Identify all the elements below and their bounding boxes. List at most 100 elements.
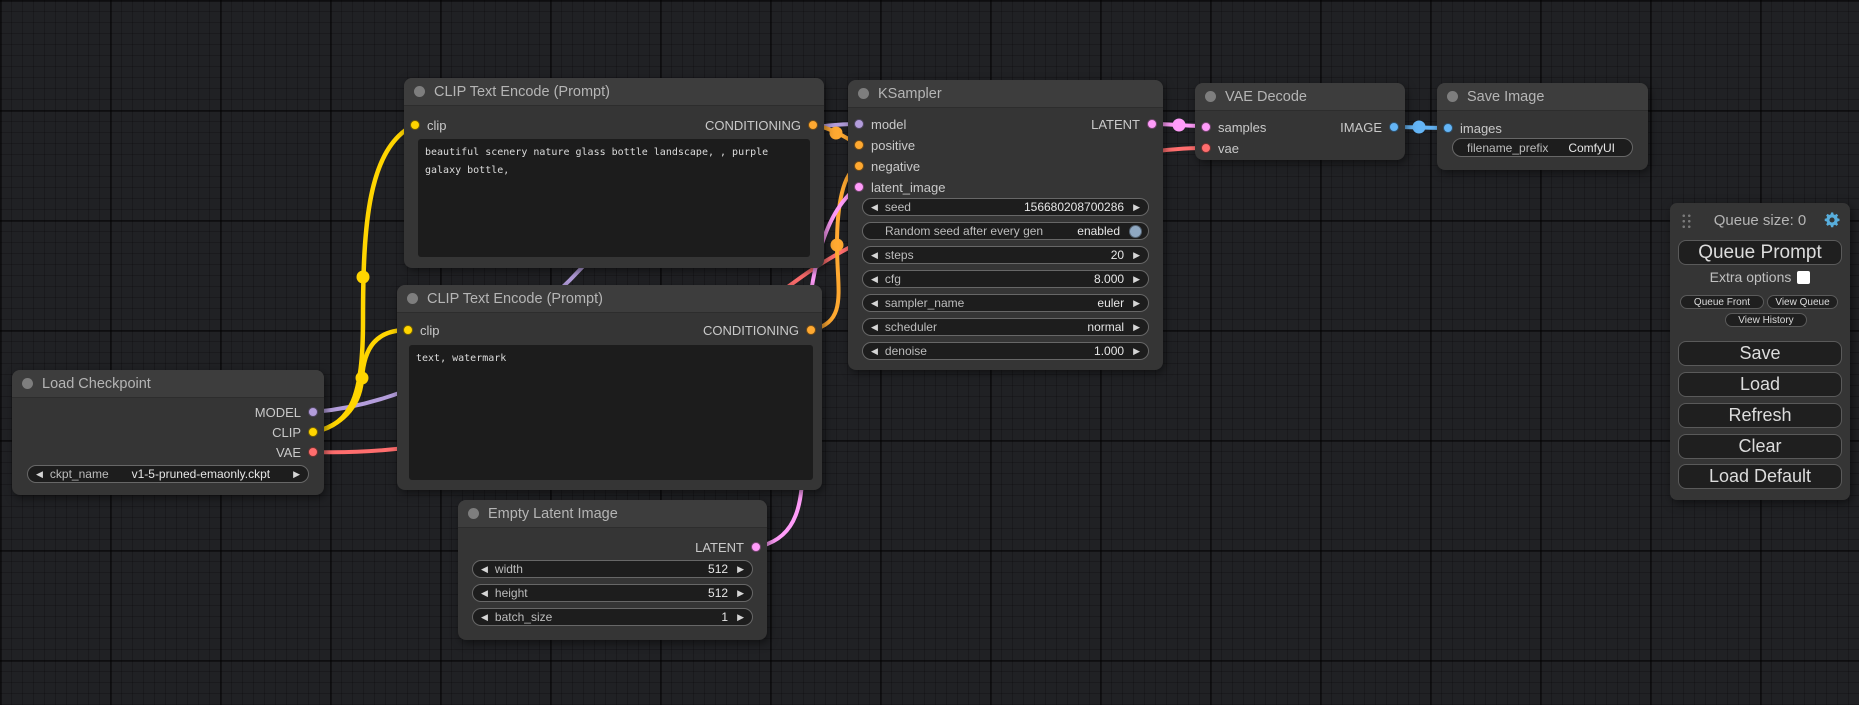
- left-arrow-icon[interactable]: ◀: [36, 470, 43, 479]
- node-header[interactable]: VAE Decode: [1195, 83, 1405, 111]
- load-default-button[interactable]: Load Default: [1678, 464, 1842, 489]
- widget-value: normal: [1087, 320, 1124, 334]
- node-header[interactable]: KSampler: [848, 80, 1163, 108]
- positive-prompt-textarea[interactable]: beautiful scenery nature glass bottle la…: [418, 139, 810, 257]
- image-port-icon[interactable]: [1389, 122, 1399, 132]
- left-arrow-icon[interactable]: ◀: [481, 613, 488, 622]
- widget-label: ckpt_name: [50, 467, 109, 481]
- widget-label: batch_size: [495, 610, 552, 624]
- node-header[interactable]: CLIP Text Encode (Prompt): [404, 78, 824, 106]
- collapse-dot-icon[interactable]: [414, 86, 425, 97]
- right-arrow-icon[interactable]: ▶: [1133, 347, 1140, 356]
- right-arrow-icon[interactable]: ▶: [1133, 299, 1140, 308]
- node-header[interactable]: CLIP Text Encode (Prompt): [397, 285, 822, 313]
- widget-value: 1.000: [1094, 344, 1124, 358]
- node-title: KSampler: [878, 86, 942, 102]
- conditioning-port-icon[interactable]: [808, 120, 818, 130]
- left-arrow-icon[interactable]: ◀: [871, 347, 878, 356]
- steps-widget[interactable]: ◀ steps 20 ▶: [862, 246, 1149, 264]
- denoise-widget[interactable]: ◀ denoise 1.000 ▶: [862, 342, 1149, 360]
- right-arrow-icon[interactable]: ▶: [293, 470, 300, 479]
- right-arrow-icon[interactable]: ▶: [737, 565, 744, 574]
- sampler-name-widget[interactable]: ◀ sampler_name euler ▶: [862, 294, 1149, 312]
- negative-prompt-textarea[interactable]: text, watermark: [409, 345, 813, 480]
- node-load-checkpoint: Load Checkpoint MODEL CLIP VAE ◀ ckpt_na…: [12, 370, 324, 495]
- node-ksampler: KSampler model positive negative latent_…: [848, 80, 1163, 370]
- height-widget[interactable]: ◀ height 512 ▶: [472, 584, 753, 602]
- random-seed-toggle-icon[interactable]: [1129, 225, 1142, 238]
- latent-port-icon[interactable]: [854, 182, 864, 192]
- image-port-icon[interactable]: [1443, 123, 1453, 133]
- left-arrow-icon[interactable]: ◀: [871, 203, 878, 212]
- seed-widget[interactable]: ◀ seed 156680208700286 ▶: [862, 198, 1149, 216]
- model-port-icon[interactable]: [308, 407, 318, 417]
- conditioning-port-icon[interactable]: [806, 325, 816, 335]
- left-arrow-icon[interactable]: ◀: [481, 565, 488, 574]
- collapse-dot-icon[interactable]: [22, 378, 33, 389]
- conditioning-port-icon[interactable]: [854, 140, 864, 150]
- node-header[interactable]: Save Image: [1437, 83, 1648, 111]
- cfg-widget[interactable]: ◀ cfg 8.000 ▶: [862, 270, 1149, 288]
- widget-value: enabled: [1077, 224, 1120, 238]
- widget-label: steps: [885, 248, 914, 262]
- node-header[interactable]: Load Checkpoint: [12, 370, 324, 398]
- view-queue-button[interactable]: View Queue: [1767, 295, 1838, 309]
- output-conditioning: CONDITIONING: [705, 116, 818, 134]
- right-arrow-icon[interactable]: ▶: [1133, 203, 1140, 212]
- node-clip-text-encode-positive: CLIP Text Encode (Prompt) clip CONDITION…: [404, 78, 824, 268]
- right-arrow-icon[interactable]: ▶: [1133, 251, 1140, 260]
- batch-size-widget[interactable]: ◀ batch_size 1 ▶: [472, 608, 753, 626]
- collapse-dot-icon[interactable]: [1205, 91, 1216, 102]
- save-button[interactable]: Save: [1678, 341, 1842, 366]
- widget-label: filename_prefix: [1467, 141, 1548, 155]
- drag-handle-icon[interactable]: [1681, 213, 1692, 228]
- random-seed-widget[interactable]: Random seed after every gen enabled: [862, 222, 1149, 240]
- left-arrow-icon[interactable]: ◀: [871, 251, 878, 260]
- load-button[interactable]: Load: [1678, 372, 1842, 397]
- queue-prompt-button[interactable]: Queue Prompt: [1678, 240, 1842, 265]
- right-arrow-icon[interactable]: ▶: [737, 589, 744, 598]
- node-save-image: Save Image images filename_prefix ComfyU…: [1437, 83, 1648, 170]
- collapse-dot-icon[interactable]: [858, 88, 869, 99]
- scheduler-widget[interactable]: ◀ scheduler normal ▶: [862, 318, 1149, 336]
- collapse-dot-icon[interactable]: [407, 293, 418, 304]
- right-arrow-icon[interactable]: ▶: [737, 613, 744, 622]
- widget-label: seed: [885, 200, 911, 214]
- right-arrow-icon[interactable]: ▶: [1133, 275, 1140, 284]
- clip-port-icon[interactable]: [308, 427, 318, 437]
- clip-port-icon[interactable]: [410, 120, 420, 130]
- right-arrow-icon[interactable]: ▶: [1133, 323, 1140, 332]
- width-widget[interactable]: ◀ width 512 ▶: [472, 560, 753, 578]
- ckpt-name-widget[interactable]: ◀ ckpt_name v1-5-pruned-emaonly.ckpt ▶: [27, 465, 309, 483]
- node-canvas[interactable]: Load Checkpoint MODEL CLIP VAE ◀ ckpt_na…: [0, 0, 1859, 705]
- collapse-dot-icon[interactable]: [1447, 91, 1458, 102]
- settings-gear-icon[interactable]: [1823, 211, 1841, 229]
- refresh-button[interactable]: Refresh: [1678, 403, 1842, 428]
- vae-port-icon[interactable]: [308, 447, 318, 457]
- input-negative: negative: [854, 157, 920, 175]
- latent-port-icon[interactable]: [1147, 119, 1157, 129]
- collapse-dot-icon[interactable]: [468, 508, 479, 519]
- queue-front-button[interactable]: Queue Front: [1680, 295, 1764, 309]
- vae-port-icon[interactable]: [1201, 143, 1211, 153]
- clear-button[interactable]: Clear: [1678, 434, 1842, 459]
- model-port-icon[interactable]: [854, 119, 864, 129]
- widget-label: width: [495, 562, 523, 576]
- widget-value: 8.000: [1094, 272, 1124, 286]
- node-clip-text-encode-negative: CLIP Text Encode (Prompt) clip CONDITION…: [397, 285, 822, 490]
- node-title: Save Image: [1467, 89, 1544, 105]
- port-label: IMAGE: [1340, 120, 1382, 135]
- node-header[interactable]: Empty Latent Image: [458, 500, 767, 528]
- view-history-button[interactable]: View History: [1725, 313, 1807, 327]
- conditioning-port-icon[interactable]: [854, 161, 864, 171]
- port-label: vae: [1218, 141, 1239, 156]
- latent-port-icon[interactable]: [1201, 122, 1211, 132]
- extra-options-checkbox[interactable]: [1797, 271, 1810, 284]
- left-arrow-icon[interactable]: ◀: [871, 323, 878, 332]
- left-arrow-icon[interactable]: ◀: [871, 275, 878, 284]
- left-arrow-icon[interactable]: ◀: [871, 299, 878, 308]
- filename-prefix-widget[interactable]: filename_prefix ComfyUI: [1452, 138, 1633, 157]
- latent-port-icon[interactable]: [751, 542, 761, 552]
- clip-port-icon[interactable]: [403, 325, 413, 335]
- left-arrow-icon[interactable]: ◀: [481, 589, 488, 598]
